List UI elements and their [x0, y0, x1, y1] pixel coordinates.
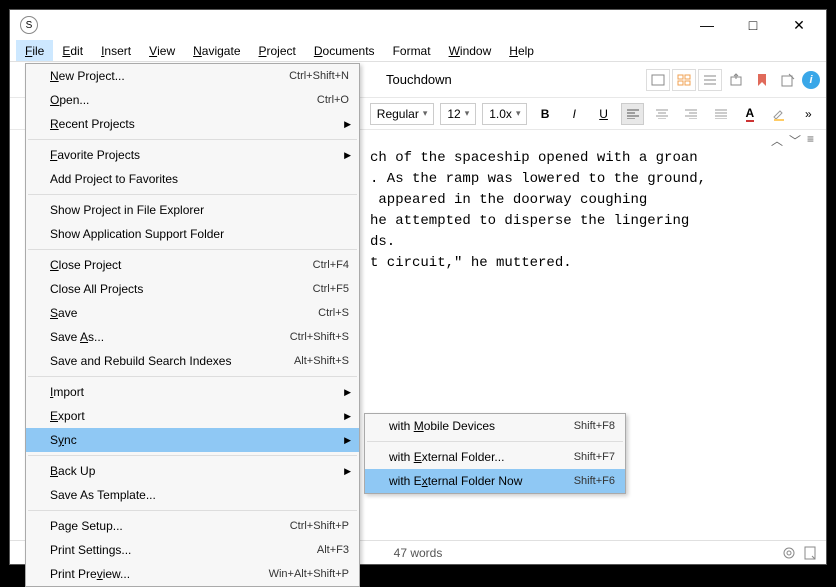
- align-justify-button[interactable]: [709, 103, 732, 125]
- file-menu-item-17[interactable]: Export▶: [26, 404, 359, 428]
- file-menu-item-1[interactable]: Open...Ctrl+O: [26, 88, 359, 112]
- share-icon[interactable]: [724, 69, 748, 91]
- app-icon: S: [20, 16, 38, 34]
- sync-menu-item-0[interactable]: with Mobile DevicesShift+F8: [365, 414, 625, 438]
- menu-format[interactable]: Format: [384, 40, 440, 61]
- align-left-button[interactable]: [621, 103, 644, 125]
- file-menu-item-8[interactable]: Show Application Support Folder: [26, 222, 359, 246]
- word-count[interactable]: 47 words: [394, 546, 443, 560]
- document-title: Touchdown: [386, 72, 452, 87]
- menu-edit[interactable]: Edit: [53, 40, 92, 61]
- highlight-color-button[interactable]: [767, 103, 790, 125]
- toolbar-overflow-button[interactable]: »: [797, 103, 820, 125]
- file-menu-item-11[interactable]: Close All ProjectsCtrl+F5: [26, 277, 359, 301]
- file-menu-item-0[interactable]: New Project...Ctrl+Shift+N: [26, 64, 359, 88]
- file-menu-item-10[interactable]: Close ProjectCtrl+F4: [26, 253, 359, 277]
- file-menu-item-16[interactable]: Import▶: [26, 380, 359, 404]
- menu-navigate[interactable]: Navigate: [184, 40, 249, 61]
- font-style-select[interactable]: Regular: [370, 103, 435, 125]
- bookmark-icon[interactable]: [750, 69, 774, 91]
- file-menu-item-23[interactable]: Page Setup...Ctrl+Shift+P: [26, 514, 359, 538]
- menu-file[interactable]: File: [16, 40, 53, 61]
- titlebar: S — □ ✕: [10, 10, 826, 40]
- underline-button[interactable]: U: [592, 103, 615, 125]
- menu-view[interactable]: View: [140, 40, 184, 61]
- menu-documents[interactable]: Documents: [305, 40, 384, 61]
- info-icon[interactable]: i: [802, 71, 820, 89]
- target-icon[interactable]: [782, 546, 796, 560]
- align-center-button[interactable]: [650, 103, 673, 125]
- view-single-icon[interactable]: [646, 69, 670, 91]
- nav-up-icon[interactable]: ︿: [771, 132, 783, 149]
- nav-menu-icon[interactable]: ≡: [807, 132, 814, 149]
- file-menu-item-21[interactable]: Save As Template...: [26, 483, 359, 507]
- menu-help[interactable]: Help: [500, 40, 543, 61]
- file-menu-item-7[interactable]: Show Project in File Explorer: [26, 198, 359, 222]
- minimize-button[interactable]: —: [684, 10, 730, 40]
- file-menu-item-2[interactable]: Recent Projects▶: [26, 112, 359, 136]
- maximize-button[interactable]: □: [730, 10, 776, 40]
- menu-window[interactable]: Window: [440, 40, 501, 61]
- nav-controls: ︿ ﹀ ≡: [771, 132, 814, 149]
- file-menu-item-25[interactable]: Print Preview...Win+Alt+Shift+P: [26, 562, 359, 586]
- menu-insert[interactable]: Insert: [92, 40, 140, 61]
- view-outline-icon[interactable]: [698, 69, 722, 91]
- view-grid-icon[interactable]: [672, 69, 696, 91]
- text-color-button[interactable]: A: [738, 103, 761, 125]
- file-menu-item-20[interactable]: Back Up▶: [26, 459, 359, 483]
- align-right-button[interactable]: [680, 103, 703, 125]
- bold-button[interactable]: B: [533, 103, 556, 125]
- italic-button[interactable]: I: [563, 103, 586, 125]
- file-menu-item-14[interactable]: Save and Rebuild Search IndexesAlt+Shift…: [26, 349, 359, 373]
- line-spacing-select[interactable]: 1.0x: [482, 103, 527, 125]
- compose-icon[interactable]: [776, 69, 800, 91]
- file-menu-item-13[interactable]: Save As...Ctrl+Shift+S: [26, 325, 359, 349]
- sync-menu-item-2[interactable]: with External Folder...Shift+F7: [365, 445, 625, 469]
- note-icon[interactable]: [804, 546, 816, 560]
- font-size-select[interactable]: 12: [440, 103, 476, 125]
- menubar: FileEditInsertViewNavigateProjectDocumen…: [10, 40, 826, 62]
- file-menu-item-5[interactable]: Add Project to Favorites: [26, 167, 359, 191]
- file-menu-item-12[interactable]: SaveCtrl+S: [26, 301, 359, 325]
- sync-menu-item-3[interactable]: with External Folder NowShift+F6: [365, 469, 625, 493]
- file-menu-item-24[interactable]: Print Settings...Alt+F3: [26, 538, 359, 562]
- close-button[interactable]: ✕: [776, 10, 822, 40]
- file-menu-item-4[interactable]: Favorite Projects▶: [26, 143, 359, 167]
- file-menu-item-18[interactable]: Sync▶: [26, 428, 359, 452]
- file-menu-dropdown: New Project...Ctrl+Shift+NOpen...Ctrl+OR…: [25, 63, 360, 587]
- sync-submenu-dropdown: with Mobile DevicesShift+F8 with External…: [364, 413, 626, 494]
- menu-project[interactable]: Project: [250, 40, 305, 61]
- nav-down-icon[interactable]: ﹀: [789, 132, 801, 149]
